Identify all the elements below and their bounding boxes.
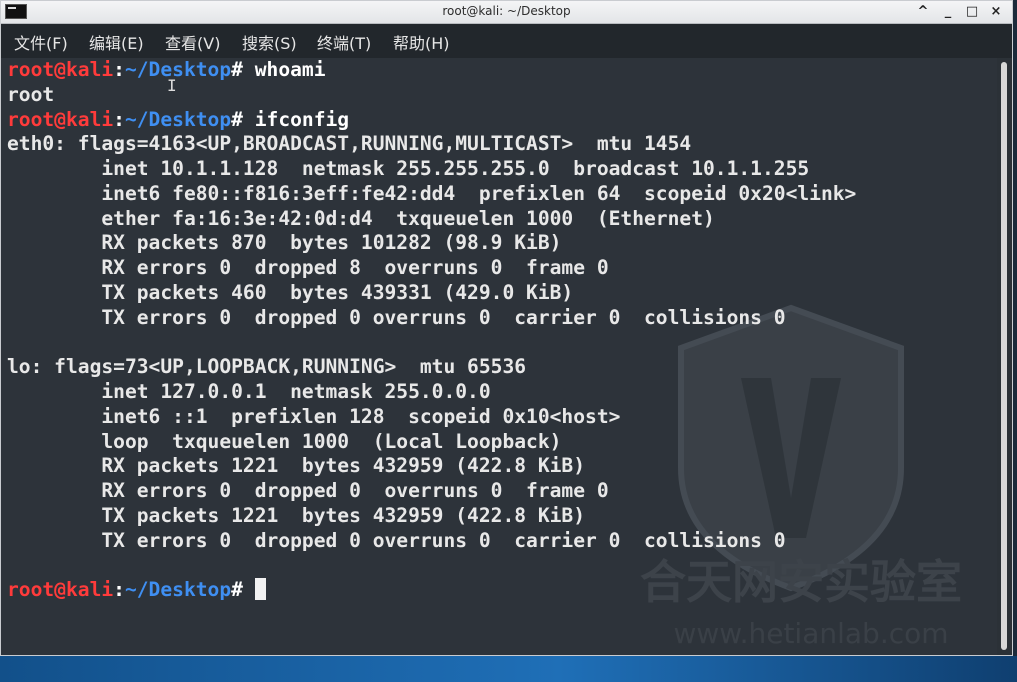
prompt-path: ~/Desktop	[124, 578, 232, 601]
menu-search[interactable]: 搜索(S)	[242, 30, 297, 54]
eth0-line: inet 10.1.1.128 netmask 255.255.255.0 br…	[7, 157, 810, 180]
text-cursor	[254, 578, 266, 600]
lo-line: TX packets 1221 bytes 432959 (422.8 KiB)	[7, 504, 586, 527]
eth0-line: RX packets 870 bytes 101282 (98.9 KiB)	[7, 231, 562, 254]
prompt-user: root@kali	[7, 578, 114, 601]
scrollbar-thumb[interactable]	[1001, 62, 1007, 650]
prompt-symbol: #	[231, 58, 255, 81]
lo-line: RX packets 1221 bytes 432959 (422.8 KiB)	[7, 454, 586, 477]
prompt-user: root@kali	[7, 58, 114, 81]
close-button[interactable]: ×	[986, 2, 1006, 22]
maximize-up-icon[interactable]: ^	[913, 2, 933, 22]
lo-line: TX errors 0 dropped 0 overruns 0 carrier…	[7, 529, 786, 552]
eth0-line: inet6 fe80::f816:3eff:fe42:dd4 prefixlen…	[7, 182, 857, 205]
prompt-user: root@kali	[7, 108, 114, 131]
window-title: root@kali: ~/Desktop	[442, 4, 571, 18]
terminal-output[interactable]: 合天网安实验室 www.hetianlab.com root@kali:~/De…	[1, 58, 997, 655]
eth0-line: TX errors 0 dropped 0 overruns 0 carrier…	[7, 306, 786, 329]
prompt-line: root@kali:~/Desktop#	[7, 578, 266, 602]
lo-line: loop txqueuelen 1000 (Local Loopback)	[7, 430, 562, 453]
prompt-symbol: #	[231, 108, 255, 131]
title-bar[interactable]: root@kali: ~/Desktop ^ _ □ ×	[1, 1, 1012, 24]
prompt-colon: :	[113, 578, 125, 601]
watermark-logo: 合天网安实验室 www.hetianlab.com	[640, 304, 962, 650]
menu-edit[interactable]: 编辑(E)	[89, 30, 144, 54]
ibeam-cursor-icon: I	[167, 76, 177, 95]
eth0-line: TX packets 460 bytes 439331 (429.0 KiB)	[7, 281, 574, 304]
scrollbar[interactable]	[997, 58, 1012, 655]
eth0-line: ether fa:16:3e:42:0d:d4 txqueuelen 1000 …	[7, 207, 715, 230]
eth0-line: RX errors 0 dropped 8 overruns 0 frame 0	[7, 256, 609, 279]
watermark-url: www.hetianlab.com	[673, 617, 948, 650]
terminal-window: root@kali: ~/Desktop ^ _ □ × 文件(F) 编辑(E)…	[0, 0, 1013, 656]
lo-line: inet 127.0.0.1 netmask 255.0.0.0	[7, 380, 491, 403]
command-text: whoami	[254, 58, 326, 81]
output-line: root	[7, 83, 55, 106]
menu-view[interactable]: 查看(V)	[165, 30, 220, 54]
menu-help[interactable]: 帮助(H)	[393, 30, 450, 54]
watermark-text: 合天网安实验室	[640, 555, 962, 609]
lo-line: inet6 ::1 prefixlen 128 scopeid 0x10<hos…	[7, 405, 621, 428]
menu-file[interactable]: 文件(F)	[14, 30, 68, 54]
lo-line: RX errors 0 dropped 0 overruns 0 frame 0	[7, 479, 609, 502]
prompt-line: root@kali:~/Desktop# ifconfig	[7, 108, 349, 132]
minimize-button[interactable]: _	[938, 2, 958, 22]
prompt-colon: :	[113, 58, 125, 81]
command-text: ifconfig	[254, 108, 350, 131]
prompt-symbol: #	[231, 578, 255, 601]
lo-line: lo: flags=73<UP,LOOPBACK,RUNNING> mtu 65…	[7, 355, 527, 378]
desktop-background	[0, 656, 1017, 682]
menu-bar: 文件(F) 编辑(E) 查看(V) 搜索(S) 终端(T) 帮助(H)	[1, 24, 1012, 58]
prompt-colon: :	[113, 108, 125, 131]
maximize-button[interactable]: □	[962, 2, 982, 22]
prompt-path: ~/Desktop	[124, 58, 232, 81]
menu-terminal[interactable]: 终端(T)	[317, 30, 371, 54]
prompt-path: ~/Desktop	[124, 108, 232, 131]
eth0-line: eth0: flags=4163<UP,BROADCAST,RUNNING,MU…	[7, 132, 692, 155]
